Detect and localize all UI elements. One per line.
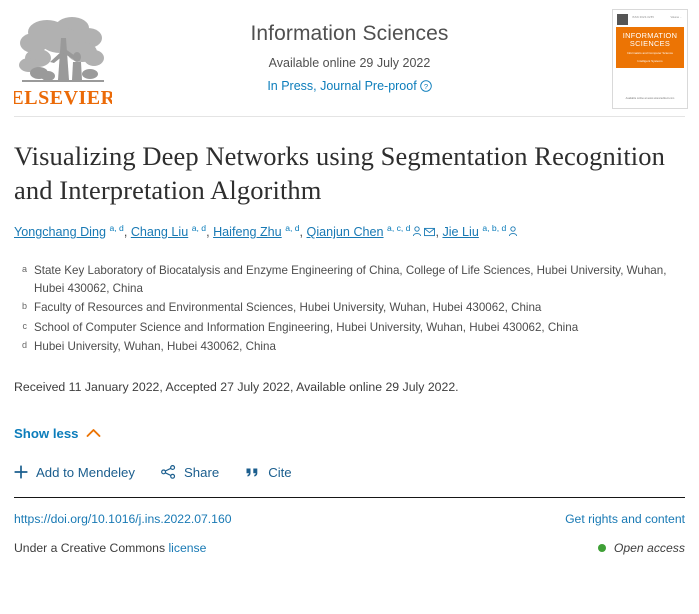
affiliation-mark: d <box>21 340 27 350</box>
cover-title-band: INFORMATION SCIENCES Informatics and Com… <box>616 27 684 78</box>
article-footer: https://doi.org/10.1016/j.ins.2022.07.16… <box>0 509 699 558</box>
article-body: Visualizing Deep Networks using Segmenta… <box>0 139 699 480</box>
author-name[interactable]: Jie Liu <box>442 225 478 239</box>
plus-icon <box>14 465 28 479</box>
author-affiliation-marks: a, d <box>109 222 124 233</box>
show-less-toggle[interactable]: Show less <box>14 426 101 441</box>
add-to-mendeley-label: Add to Mendeley <box>36 464 135 480</box>
cover-tagline: AN INTERNATIONAL JOURNAL <box>631 75 669 79</box>
in-press-link[interactable]: In Press, Journal Pre-proof <box>267 79 416 93</box>
cite-label: Cite <box>268 464 292 480</box>
author-entry[interactable]: Yongchang Ding a, d <box>14 222 124 239</box>
cover-issn: ISSN 0020-0255 <box>632 16 654 19</box>
cite-button[interactable]: Cite <box>245 464 292 480</box>
author-entry[interactable]: Chang Liu a, d <box>131 222 207 239</box>
add-to-mendeley-button[interactable]: Add to Mendeley <box>14 465 135 480</box>
author-entry[interactable]: Jie Liu a, b, d <box>442 222 518 239</box>
author-separator: , <box>299 225 307 239</box>
question-mark-circle-icon[interactable]: ? <box>419 80 432 97</box>
license-link[interactable]: license <box>168 541 206 555</box>
elsevier-wordmark: ELSEVIER <box>14 87 112 109</box>
chevron-up-icon <box>86 426 101 441</box>
doi-link[interactable]: https://doi.org/10.1016/j.ins.2022.07.16… <box>14 509 232 529</box>
header-divider <box>14 116 685 117</box>
affiliation-text: Faculty of Resources and Environmental S… <box>34 301 542 314</box>
author-entry[interactable]: Haifeng Zhu a, d <box>213 222 300 239</box>
share-label: Share <box>183 464 220 480</box>
page-title: Visualizing Deep Networks using Segmenta… <box>14 141 665 205</box>
person-icon[interactable] <box>508 224 518 243</box>
cover-subtitle3: Applications <box>641 66 659 71</box>
svg-text:?: ? <box>424 82 428 91</box>
affiliation-mark: c <box>22 320 28 331</box>
affiliation-list: a State Key Laboratory of Biocatalysis a… <box>14 262 685 356</box>
get-rights-and-content-link[interactable]: Get rights and content <box>565 509 685 529</box>
author-name[interactable]: Yongchang Ding <box>14 225 106 239</box>
author-affiliation-marks: a, d <box>285 222 300 233</box>
affiliation-mark: a <box>21 264 27 274</box>
author-name[interactable]: Chang Liu <box>131 225 188 239</box>
open-access-badge: Open access <box>597 538 685 558</box>
cover-volume: Volume ... <box>670 16 682 19</box>
person-icon[interactable] <box>412 224 422 243</box>
author-name[interactable]: Haifeng Zhu <box>213 225 282 239</box>
share-nodes-icon <box>161 465 176 479</box>
article-dates: Received 11 January 2022, Accepted 27 Ju… <box>14 379 459 394</box>
show-less-label: Show less <box>14 425 79 441</box>
license-prefix: Under a Creative Commons <box>14 541 166 556</box>
cover-bottom-text: Available online at www.sciencedirect.co… <box>625 97 675 100</box>
affiliation-row: d Hubei University, Wuhan, Hubei 430062,… <box>14 338 685 356</box>
affiliation-mark: b <box>21 301 27 311</box>
affiliation-text: State Key Laboratory of Biocatalysis and… <box>34 264 667 295</box>
license-text: Under a Creative Commons license <box>14 538 206 558</box>
article-action-bar: Add to Mendeley Share Cite <box>14 465 685 480</box>
author-name[interactable]: Qianjun Chen <box>307 225 384 239</box>
footer-row-doi: https://doi.org/10.1016/j.ins.2022.07.16… <box>14 509 685 529</box>
envelope-icon[interactable] <box>424 224 436 243</box>
author-list: Yongchang Ding a, d, Chang Liu a, d, Hai… <box>14 223 685 243</box>
author-affiliation-marks: a, c, d <box>387 222 411 233</box>
footer-row-license: Under a Creative Commons license Open ac… <box>14 538 685 558</box>
affiliation-text: School of Computer Science and Informati… <box>34 320 579 334</box>
affiliation-text: Hubei University, Wuhan, Hubei 430062, C… <box>34 340 276 353</box>
elsevier-logo[interactable]: ELSEVIER <box>14 10 112 110</box>
author-entry[interactable]: Qianjun Chen a, c, d <box>307 222 436 239</box>
page-header: ELSEVIER Information Sciences Available … <box>0 0 699 116</box>
quote-icon <box>245 466 260 479</box>
affiliation-row: b Faculty of Resources and Environmental… <box>14 299 685 317</box>
author-separator: , <box>123 225 131 239</box>
footer-divider <box>14 496 685 499</box>
author-affiliation-marks: a, b, d <box>482 222 507 233</box>
open-access-label: Open access <box>613 541 685 556</box>
journal-title: Information Sciences <box>250 22 449 45</box>
journal-cover-image: ISSN 0020-0255 Volume ... INFORMATION SC… <box>616 13 684 105</box>
cover-subtitle2: Intelligent Systems <box>637 59 663 63</box>
journal-cover-thumbnail[interactable]: ISSN 0020-0255 Volume ... INFORMATION SC… <box>612 9 688 109</box>
cover-publisher-mark-icon <box>617 14 628 25</box>
share-button[interactable]: Share <box>161 465 219 480</box>
open-access-dot-icon <box>597 544 606 553</box>
cover-subtitle: Informatics and Computer Science <box>626 51 674 56</box>
cover-top-bar: ISSN 0020-0255 Volume ... <box>616 13 684 27</box>
affiliation-row: a State Key Laboratory of Biocatalysis a… <box>14 262 685 297</box>
elsevier-tree-icon: ELSEVIER <box>14 17 112 109</box>
author-affiliation-marks: a, d <box>191 222 207 233</box>
affiliation-row: c School of Computer Science and Informa… <box>14 319 685 337</box>
cover-title-line2: SCIENCES <box>629 39 671 49</box>
